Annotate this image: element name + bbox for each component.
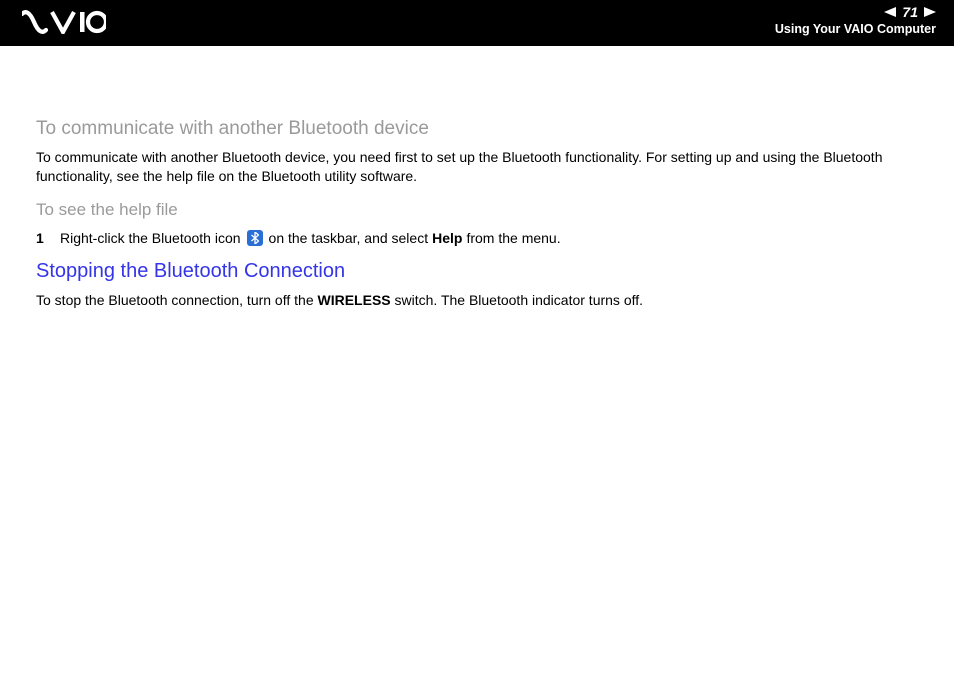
page-content: To communicate with another Bluetooth de… <box>0 46 954 310</box>
step1-part-b: on the taskbar, and select <box>269 230 429 246</box>
step1-help-bold: Help <box>432 230 462 246</box>
step-number: 1 <box>36 230 60 246</box>
heading-help-file: To see the help file <box>36 200 924 220</box>
step1-part-c: from the menu. <box>466 230 560 246</box>
step-1: 1 Right-click the Bluetooth icon on the … <box>36 230 924 246</box>
step1-part-a: Right-click the Bluetooth icon <box>60 230 241 246</box>
page-header: 71 Using Your VAIO Computer <box>0 0 954 46</box>
breadcrumb: Using Your VAIO Computer <box>775 22 936 36</box>
vaio-logo <box>22 10 106 39</box>
bluetooth-icon <box>247 230 263 246</box>
page-nav: 71 Using Your VAIO Computer <box>775 4 936 36</box>
heading-stopping: Stopping the Bluetooth Connection <box>36 260 924 283</box>
para2-wireless-bold: WIRELESS <box>318 292 391 308</box>
para-communicate: To communicate with another Bluetooth de… <box>36 148 924 186</box>
prev-page-arrow-icon[interactable] <box>884 7 896 17</box>
next-page-arrow-icon[interactable] <box>924 7 936 17</box>
heading-communicate: To communicate with another Bluetooth de… <box>36 118 924 140</box>
page-number: 71 <box>902 4 918 20</box>
para2-b: switch. The Bluetooth indicator turns of… <box>395 292 644 308</box>
step-text: Right-click the Bluetooth icon on the ta… <box>60 230 561 246</box>
para-stopping: To stop the Bluetooth connection, turn o… <box>36 291 924 310</box>
para2-a: To stop the Bluetooth connection, turn o… <box>36 292 314 308</box>
